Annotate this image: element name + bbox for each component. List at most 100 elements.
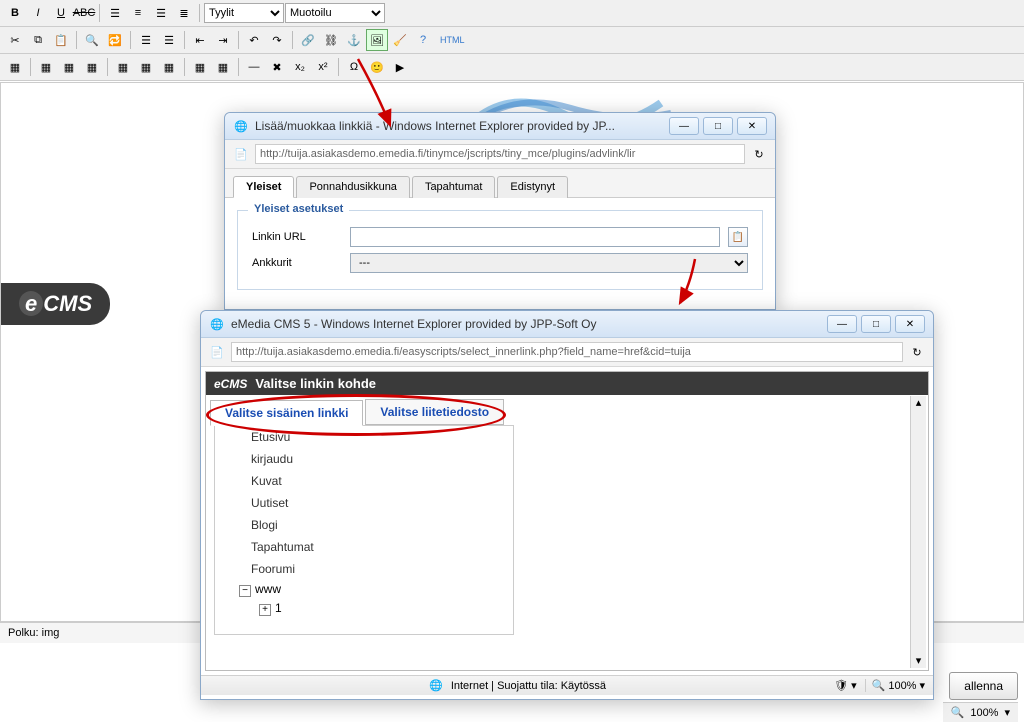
table-split-button[interactable]: ▦ [212, 56, 234, 78]
tree-item[interactable]: Tapahtumat [215, 536, 513, 558]
editor-toolbar-row1: B I U ABC ☰ ≡ ☰ ≣ Tyylit Muotoilu [0, 0, 1024, 27]
media-button[interactable]: ▶ [389, 56, 411, 78]
address-input[interactable] [231, 342, 903, 362]
align-left-button[interactable]: ☰ [104, 2, 126, 24]
select-dialog-header: eCMS Valitse linkin kohde [206, 372, 928, 395]
emoticon-button[interactable]: 🙂 [366, 56, 388, 78]
cleanup-button[interactable]: 🧹 [389, 29, 411, 51]
save-button[interactable]: allenna [949, 672, 1018, 700]
select-dialog-titlebar[interactable]: 🌐 eMedia CMS 5 - Windows Internet Explor… [201, 311, 933, 338]
close-button[interactable]: ✕ [737, 117, 767, 135]
link-button[interactable]: 🔗 [297, 29, 319, 51]
tab-advanced[interactable]: Edistynyt [497, 176, 568, 198]
sub-button[interactable]: x₂ [289, 56, 311, 78]
page-icon: 📄 [233, 146, 249, 162]
styles-select[interactable]: Tyylit [204, 3, 284, 23]
help-button[interactable]: ? [412, 29, 434, 51]
table-button[interactable]: ▦ [4, 56, 26, 78]
table-col-before-button[interactable]: ▦ [112, 56, 134, 78]
tab-events[interactable]: Tapahtumat [412, 176, 495, 198]
cut-button[interactable]: ✂ [4, 29, 26, 51]
anchor-select[interactable]: --- [350, 253, 748, 273]
table-merge-button[interactable]: ▦ [189, 56, 211, 78]
link-dialog-addressbar: 📄 ↻ [225, 140, 775, 169]
replace-button[interactable]: 🔁 [104, 29, 126, 51]
browse-button[interactable]: 📋 [728, 227, 748, 247]
html-button[interactable]: HTML [435, 29, 470, 51]
general-fieldset: Yleiset asetukset Linkin URL 📋 Ankkurit … [237, 210, 763, 290]
anchor-label: Ankkurit [252, 257, 342, 269]
redo-button[interactable]: ↷ [266, 29, 288, 51]
unlink-button[interactable]: ⛓ [320, 29, 342, 51]
refresh-icon[interactable]: ↻ [909, 344, 925, 360]
select-dialog-tabs: Valitse sisäinen linkki Valitse liitetie… [206, 395, 928, 425]
maximize-button[interactable]: □ [861, 315, 891, 333]
align-justify-button[interactable]: ≣ [173, 2, 195, 24]
collapse-icon[interactable]: − [239, 585, 251, 597]
tree-item[interactable]: kirjaudu [215, 448, 513, 470]
hr-button[interactable]: — [243, 56, 265, 78]
address-input[interactable] [255, 144, 745, 164]
tab-internal-link[interactable]: Valitse sisäinen linkki [210, 400, 363, 426]
globe-icon: 🌐 [429, 679, 443, 692]
anchor-button[interactable]: ⚓ [343, 29, 365, 51]
undo-button[interactable]: ↶ [243, 29, 265, 51]
url-label: Linkin URL [252, 231, 342, 243]
numbering-button[interactable]: ☰ [158, 29, 180, 51]
path-label: Polku: img [8, 627, 59, 639]
zoom-control[interactable]: 🔍 100% ▾ [865, 679, 925, 692]
table-col-after-button[interactable]: ▦ [135, 56, 157, 78]
tree-group[interactable]: −www [215, 580, 513, 599]
protected-mode-icon[interactable]: 🛡 ▾ [834, 679, 857, 692]
underline-button[interactable]: U [50, 2, 72, 24]
image-button[interactable]: 🖼 [366, 29, 388, 51]
minimize-button[interactable]: — [669, 117, 699, 135]
ie-icon: 🌐 [233, 118, 249, 134]
find-button[interactable]: 🔍 [81, 29, 103, 51]
close-button[interactable]: ✕ [895, 315, 925, 333]
table-delete-row-button[interactable]: ▦ [81, 56, 103, 78]
copy-button[interactable]: ⧉ [27, 29, 49, 51]
tree-item[interactable]: Foorumi [215, 558, 513, 580]
ecms-small-logo: eCMS [214, 377, 247, 391]
page-icon: 📄 [209, 344, 225, 360]
link-dialog-titlebar[interactable]: 🌐 Lisää/muokkaa linkkiä - Windows Intern… [225, 113, 775, 140]
table-row-before-button[interactable]: ▦ [35, 56, 57, 78]
bold-button[interactable]: B [4, 2, 26, 24]
editor-toolbar-row2: ✂ ⧉ 📋 🔍 🔁 ☰ ☰ ⇤ ⇥ ↶ ↷ 🔗 ⛓ ⚓ 🖼 🧹 ? HTML [0, 27, 1024, 54]
table-row-after-button[interactable]: ▦ [58, 56, 80, 78]
fieldset-legend: Yleiset asetukset [248, 203, 349, 215]
outdent-button[interactable]: ⇤ [189, 29, 211, 51]
sup-button[interactable]: x² [312, 56, 334, 78]
char-button[interactable]: Ω [343, 56, 365, 78]
tree-child[interactable]: +1 [215, 599, 513, 618]
italic-button[interactable]: I [27, 2, 49, 24]
table-delete-col-button[interactable]: ▦ [158, 56, 180, 78]
tree-item[interactable]: Uutiset [215, 492, 513, 514]
select-dialog-addressbar: 📄 ↻ [201, 338, 933, 367]
url-input[interactable] [350, 227, 720, 247]
scrollbar[interactable]: ▴ ▾ [910, 396, 926, 668]
indent-button[interactable]: ⇥ [212, 29, 234, 51]
ie-icon: 🌐 [209, 316, 225, 332]
tab-attachment[interactable]: Valitse liitetiedosto [365, 399, 504, 425]
tree-item[interactable]: Kuvat [215, 470, 513, 492]
tab-popup[interactable]: Ponnahdusikkuna [296, 176, 409, 198]
tree-item[interactable]: Etusivu [215, 426, 513, 448]
link-tree[interactable]: Etusivu kirjaudu Kuvat Uutiset Blogi Tap… [214, 425, 514, 635]
tree-item[interactable]: Blogi [215, 514, 513, 536]
minimize-button[interactable]: — [827, 315, 857, 333]
maximize-button[interactable]: □ [703, 117, 733, 135]
bullets-button[interactable]: ☰ [135, 29, 157, 51]
tab-general[interactable]: Yleiset [233, 176, 294, 198]
link-dialog-title: Lisää/muokkaa linkkiä - Windows Internet… [255, 119, 663, 133]
remove-format-button[interactable]: ✖ [266, 56, 288, 78]
expand-icon[interactable]: + [259, 604, 271, 616]
refresh-icon[interactable]: ↻ [751, 146, 767, 162]
format-select[interactable]: Muotoilu [285, 3, 385, 23]
strike-button[interactable]: ABC [73, 2, 95, 24]
paste-button[interactable]: 📋 [50, 29, 72, 51]
align-center-button[interactable]: ≡ [127, 2, 149, 24]
align-right-button[interactable]: ☰ [150, 2, 172, 24]
page-zoom[interactable]: 🔍 100% ▾ [943, 702, 1018, 722]
